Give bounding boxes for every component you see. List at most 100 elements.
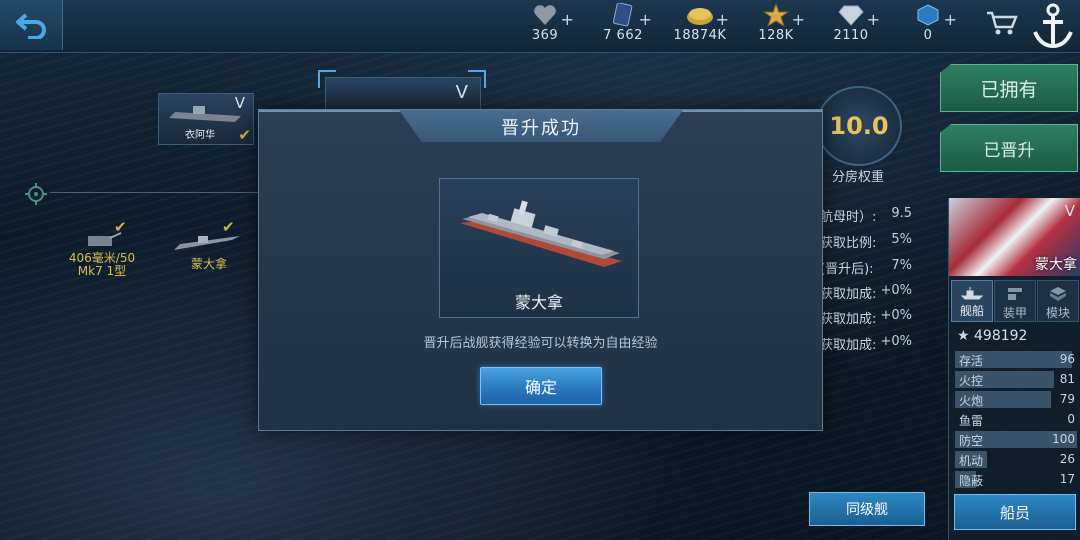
tab-armor[interactable]: 装甲 [994,280,1036,322]
battleship-image [460,200,622,267]
stat-row: 获取加成: +0% [820,283,920,303]
room-weight-value: 10.0 [829,112,889,140]
attribute-name: 隐蔽 [959,474,984,488]
focus-corner [468,70,486,88]
stat-value: +0% [880,283,912,298]
ship-thumbnail [169,106,241,122]
top-bar: + 369 + 7 662 + 18874K + 128K + 2110 + 0 [0,0,1080,53]
attribute-name: 鱼雷 [959,414,984,428]
back-arrow-icon [16,13,46,39]
heart-icon [534,5,556,26]
tab-ship[interactable]: 舰船 [951,280,993,322]
gold-coins-icon [687,8,713,25]
plus-icon: + [943,10,957,29]
stat-row: 获取比例: 5% [820,232,920,252]
plus-icon: + [715,10,729,29]
stat-label: 获取比例: [820,236,877,251]
stat-value: 7% [891,258,912,273]
cart-icon [987,11,1018,35]
focus-corner [318,70,336,88]
shop-cart-button[interactable] [986,10,1018,40]
stat-row: 航母时）: 9.5 [820,206,920,226]
gun-slot-label: 406毫米/50 Mk7 1型 [68,251,136,278]
promoted-ship-card: 蒙大拿 [439,178,639,318]
check-icon: ✔ [114,218,127,236]
attribute-value: 79 [1059,392,1075,406]
crosshair-icon [25,183,47,205]
stat-label: 获取加成: [820,287,877,302]
diamond-icon [838,5,864,26]
room-weight-label: 分房权重 [831,170,884,185]
attribute-value: 17 [1059,472,1075,486]
divider [50,192,260,193]
card-icon [612,3,633,27]
tab-label: 装甲 [1002,306,1027,320]
score-value: 498192 [974,328,1028,344]
resource-cube[interactable]: + 0 [883,2,973,48]
attribute-row: 火控 81 [955,371,1077,388]
same-tier-button[interactable]: 同级舰 [809,492,925,526]
armor-tab-icon [1008,288,1022,300]
attribute-name: 存活 [959,354,984,368]
stat-value: 9.5 [891,206,912,221]
attribute-row: 火炮 79 [955,391,1077,408]
attribute-name: 火炮 [959,394,984,408]
ship-score: ★ 498192 [957,328,1027,344]
attribute-value: 100 [1052,432,1075,446]
ship-card-selected[interactable]: V [325,77,481,113]
attribute-row: 存活 96 [955,351,1077,368]
plus-icon: + [560,10,574,29]
attribute-value: 96 [1059,352,1075,366]
resource-value: 0 [923,28,933,43]
module-tab-icon [1050,287,1066,301]
resource-heart[interactable]: + 369 [500,2,590,48]
tab-modules[interactable]: 模块 [1037,280,1079,322]
attribute-row: 防空 100 [955,431,1077,448]
stat-value: 5% [891,232,912,247]
tier-mark: V [234,94,245,112]
tier-mark: V [1064,202,1075,220]
attribute-row: 鱼雷 0 [955,411,1077,428]
promoted-button[interactable]: 已晋升 [940,124,1078,172]
tab-label: 模块 [1045,306,1070,320]
ship-name: 衣阿华 [185,130,215,141]
attribute-value: 0 [1067,412,1075,426]
attribute-row: 机动 26 [955,451,1077,468]
promotion-dialog: 晋升成功 蒙大拿 晋升后战舰获得经验可以转换为自由经验 确定 [258,109,823,431]
tier-mark: V [455,82,468,103]
stat-label: (晋升后): [820,262,874,277]
attribute-name: 机动 [959,454,984,468]
ship-name: 蒙大拿 [1035,257,1077,273]
plus-icon: + [791,10,805,29]
resource-value: 369 [531,28,559,43]
check-icon: ✔ [222,218,235,236]
dialog-title: 晋升成功 [501,118,581,139]
attribute-value: 26 [1059,452,1075,466]
owned-button[interactable]: 已拥有 [940,64,1078,112]
ship-tab-icon [961,287,983,300]
stat-label: 获取加成: [820,312,877,327]
stat-row: 获取加成: +0% [820,334,920,354]
dialog-message: 晋升后战舰获得经验可以转换为自由经验 [423,336,658,351]
attribute-name: 火控 [959,374,984,388]
attribute-row: 隐蔽 17 [955,471,1077,488]
port-anchor-button[interactable] [1026,0,1080,52]
stat-row: (晋升后): 7% [820,258,920,278]
back-button[interactable] [0,0,63,50]
stat-value: +0% [880,308,912,323]
blue-cube-icon [917,4,939,26]
attribute-value: 81 [1059,372,1075,386]
plus-icon: + [638,10,652,29]
ship-card-iowa[interactable]: V 衣阿华 ✔ [158,93,254,145]
plus-icon: + [866,10,880,29]
star-medal-icon [763,3,789,27]
confirm-button[interactable]: 确定 [480,367,602,405]
crew-button[interactable]: 船员 [954,494,1076,530]
attribute-name: 防空 [959,434,984,448]
ship-slot-label: 蒙大拿 [190,257,227,271]
ship-info-panel: V 蒙大拿 舰船 装甲 模块 ★ 498192 存活 96 火控 81 火炮 79 鱼雷 0 防… [948,198,1080,540]
ship-flag-card[interactable]: V 蒙大拿 [949,198,1080,276]
stat-value: +0% [880,334,912,349]
anchor-icon [1033,3,1073,49]
stat-label: 获取加成: [820,338,877,353]
